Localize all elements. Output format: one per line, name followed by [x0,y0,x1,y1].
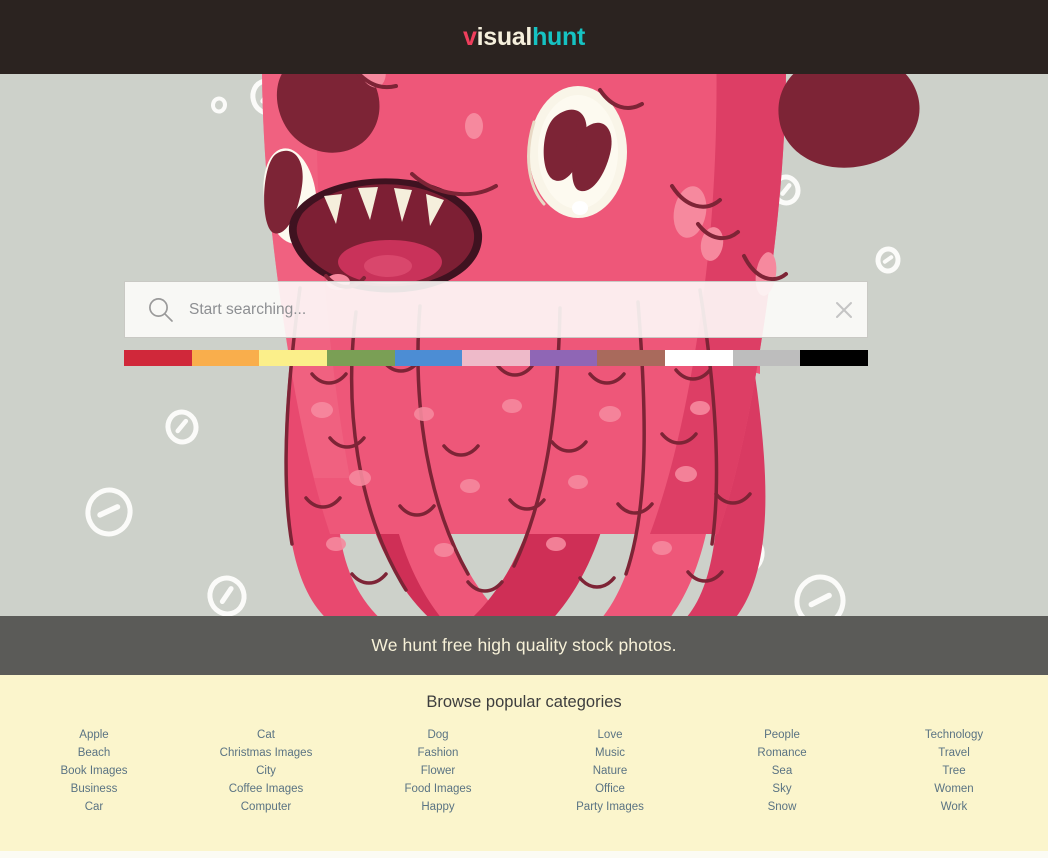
color-filter-brown[interactable] [597,350,666,366]
color-filter-purple[interactable] [529,350,598,366]
category-link-sky[interactable]: Sky [696,780,868,798]
category-link-music[interactable]: Music [524,744,696,762]
search-bar [124,281,868,338]
category-link-car[interactable]: Car [8,798,180,816]
category-link-happy[interactable]: Happy [352,798,524,816]
category-column: Apple Beach Book Images Business Car [8,726,180,816]
category-link-fashion[interactable]: Fashion [352,744,524,762]
categories-section: Browse popular categories Apple Beach Book… [0,675,1048,851]
logo-part-hunt: hunt [532,22,586,51]
category-link-flower[interactable]: Flower [352,762,524,780]
tagline-bar: We hunt free high quality stock photos. [0,616,1048,675]
category-link-christmas-images[interactable]: Christmas Images [180,744,352,762]
site-logo[interactable]: visualhunt [462,22,586,51]
search-input[interactable] [189,282,821,337]
category-link-book-images[interactable]: Book Images [8,762,180,780]
color-filter-orange[interactable] [191,350,260,366]
monster-eye [527,86,627,218]
category-link-office[interactable]: Office [524,780,696,798]
color-filter-gray[interactable] [732,350,801,366]
color-filter-white[interactable] [665,350,733,366]
category-link-work[interactable]: Work [868,798,1040,816]
clear-search-button[interactable] [821,282,867,337]
category-column: Dog Fashion Flower Food Images Happy [352,726,524,816]
site-header: visualhunt [0,0,1048,74]
categories-title: Browse popular categories [426,693,622,711]
category-link-dog[interactable]: Dog [352,726,524,744]
color-filter-green[interactable] [326,350,395,366]
search-box[interactable] [124,281,868,338]
category-link-apple[interactable]: Apple [8,726,180,744]
color-filter-blue[interactable] [394,350,463,366]
category-link-tree[interactable]: Tree [868,762,1040,780]
color-filter-black[interactable] [800,350,869,366]
category-link-women[interactable]: Women [868,780,1040,798]
category-link-romance[interactable]: Romance [696,744,868,762]
tagline-text: We hunt free high quality stock photos. [371,635,677,655]
category-column: Love Music Nature Office Party Images [524,726,696,816]
category-link-coffee-images[interactable]: Coffee Images [180,780,352,798]
category-link-business[interactable]: Business [8,780,180,798]
color-filter-pink[interactable] [462,350,530,366]
logo-part-v: v [462,22,477,51]
color-filter-bar [124,350,869,366]
category-column: People Romance Sea Sky Snow [696,726,868,816]
category-link-beach[interactable]: Beach [8,744,180,762]
category-link-travel[interactable]: Travel [868,744,1040,762]
category-link-food-images[interactable]: Food Images [352,780,524,798]
logo-part-isual: isual [476,22,533,51]
octopus-monster-illustration [0,74,1048,616]
category-column: Technology Travel Tree Women Work [868,726,1040,816]
category-link-city[interactable]: City [180,762,352,780]
hero-banner [0,74,1048,616]
category-link-people[interactable]: People [696,726,868,744]
category-link-cat[interactable]: Cat [180,726,352,744]
close-icon [836,301,852,318]
color-filter-red[interactable] [124,350,192,366]
category-link-snow[interactable]: Snow [696,798,868,816]
search-icon [149,297,173,322]
category-link-nature[interactable]: Nature [524,762,696,780]
footer-strip [0,851,1048,858]
category-link-sea[interactable]: Sea [696,762,868,780]
category-link-love[interactable]: Love [524,726,696,744]
category-column: Cat Christmas Images City Coffee Images Comp… [180,726,352,816]
category-link-technology[interactable]: Technology [868,726,1040,744]
categories-columns: Apple Beach Book Images Business Car Cat Chris… [0,726,1048,816]
category-link-computer[interactable]: Computer [180,798,352,816]
color-filter-yellow[interactable] [259,350,327,366]
category-link-party-images[interactable]: Party Images [524,798,696,816]
visualhunt-homepage: visualhunt Start searching... We hunt fr… [0,0,1048,858]
